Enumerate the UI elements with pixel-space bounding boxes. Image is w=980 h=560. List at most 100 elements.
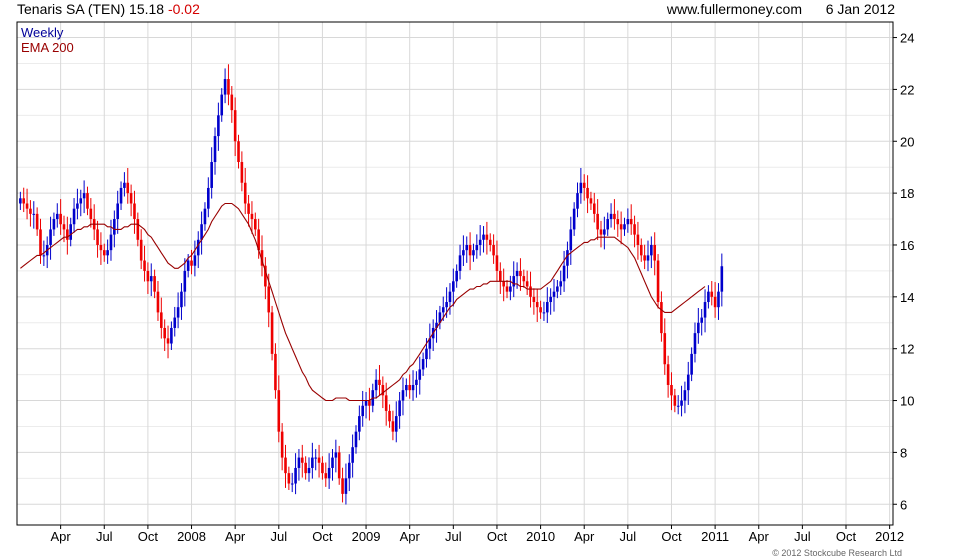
- candle-body: [613, 213, 616, 220]
- candle-body: [519, 270, 522, 277]
- candle-body: [448, 291, 452, 303]
- candle-body: [237, 141, 240, 163]
- candle-body: [509, 286, 512, 292]
- candle-body: [532, 296, 536, 303]
- candle-body: [592, 203, 596, 214]
- candle-body: [334, 452, 338, 458]
- candle-body: [243, 182, 247, 204]
- y-tick-label: 22: [900, 82, 914, 97]
- y-tick-label: 16: [900, 238, 914, 253]
- candle-body: [284, 457, 287, 474]
- candle-body: [676, 405, 680, 407]
- candle-body: [418, 369, 422, 380]
- candle-body: [347, 462, 351, 479]
- candle-body: [113, 219, 116, 235]
- candle-body: [411, 384, 415, 391]
- candle-body: [636, 234, 640, 245]
- candle-body: [572, 208, 576, 230]
- candle-body: [707, 291, 710, 303]
- candle-body: [290, 483, 294, 485]
- candle-body: [294, 467, 297, 484]
- candle-body: [378, 379, 381, 385]
- candle-body: [633, 224, 636, 235]
- candle-body: [143, 260, 146, 271]
- candle-body: [119, 187, 123, 204]
- candle-body: [207, 187, 210, 209]
- candle-body: [274, 353, 277, 391]
- candle-body: [670, 384, 673, 396]
- x-tick-label: Oct: [312, 529, 333, 544]
- candle-body: [280, 431, 284, 458]
- candle-body: [196, 239, 200, 256]
- y-tick-label: 14: [900, 290, 914, 305]
- candle-body: [552, 291, 556, 297]
- candle-body: [542, 312, 546, 314]
- candle-body: [488, 239, 492, 245]
- x-tick-label: Jul: [270, 529, 287, 544]
- candle-body: [643, 255, 646, 261]
- y-tick-label: 8: [900, 445, 907, 460]
- candle-body: [421, 359, 425, 370]
- candle-body: [72, 208, 76, 225]
- x-tick-label: Jul: [620, 529, 637, 544]
- candle-body: [203, 208, 207, 225]
- candle-body: [153, 276, 156, 292]
- x-tick-label: 2012: [875, 529, 904, 544]
- x-tick-label: Apr: [574, 529, 595, 544]
- candle-body: [116, 203, 119, 220]
- candle-body: [267, 286, 271, 313]
- candle-body: [626, 219, 630, 225]
- candle-body: [566, 250, 569, 266]
- candle-body: [666, 364, 670, 385]
- candle-body: [89, 208, 93, 220]
- candle-body: [233, 110, 237, 142]
- x-tick-label: 2011: [701, 529, 729, 544]
- candle-body: [465, 244, 469, 251]
- candle-body: [253, 219, 257, 230]
- candle-body: [354, 431, 358, 448]
- candle-body: [405, 384, 408, 391]
- candle-body: [582, 182, 586, 188]
- candle-body: [394, 416, 398, 432]
- candle-body: [401, 390, 405, 401]
- candle-body: [710, 291, 714, 297]
- candle-body: [492, 244, 495, 256]
- candle-body: [545, 302, 549, 313]
- candle-body: [156, 291, 160, 313]
- candle-body: [697, 322, 700, 334]
- candle-body: [425, 348, 428, 360]
- candle-body: [52, 219, 56, 230]
- candle-body: [539, 307, 542, 313]
- candle-body: [331, 457, 334, 468]
- candle-body: [123, 182, 126, 188]
- candle-body: [596, 213, 599, 230]
- x-tick-label: 2010: [526, 529, 555, 544]
- candle-body: [482, 234, 485, 240]
- candle-body: [25, 203, 29, 209]
- candle-body: [35, 213, 39, 230]
- candle-body: [368, 400, 371, 406]
- candle-body: [603, 229, 606, 235]
- candle-body: [66, 229, 69, 240]
- candle-body: [230, 94, 234, 111]
- candle-body: [455, 270, 458, 282]
- candle-body: [639, 244, 643, 256]
- candle-body: [22, 198, 26, 204]
- candle-body: [109, 234, 113, 251]
- candle-body: [475, 244, 479, 251]
- candle-body: [462, 250, 465, 256]
- candle-body: [136, 219, 140, 240]
- candle-body: [79, 198, 83, 204]
- candle-body: [653, 244, 657, 261]
- candle-body: [720, 266, 724, 292]
- candle-body: [227, 79, 230, 95]
- candle-body: [663, 333, 667, 365]
- x-tick-label: 2009: [352, 529, 381, 544]
- candle-body: [680, 400, 683, 406]
- candle-body: [525, 281, 529, 287]
- candle-body: [535, 302, 539, 308]
- candle-body: [133, 203, 136, 220]
- candle-body: [452, 281, 455, 292]
- x-tick-label: Jul: [96, 529, 113, 544]
- candle-body: [69, 224, 73, 240]
